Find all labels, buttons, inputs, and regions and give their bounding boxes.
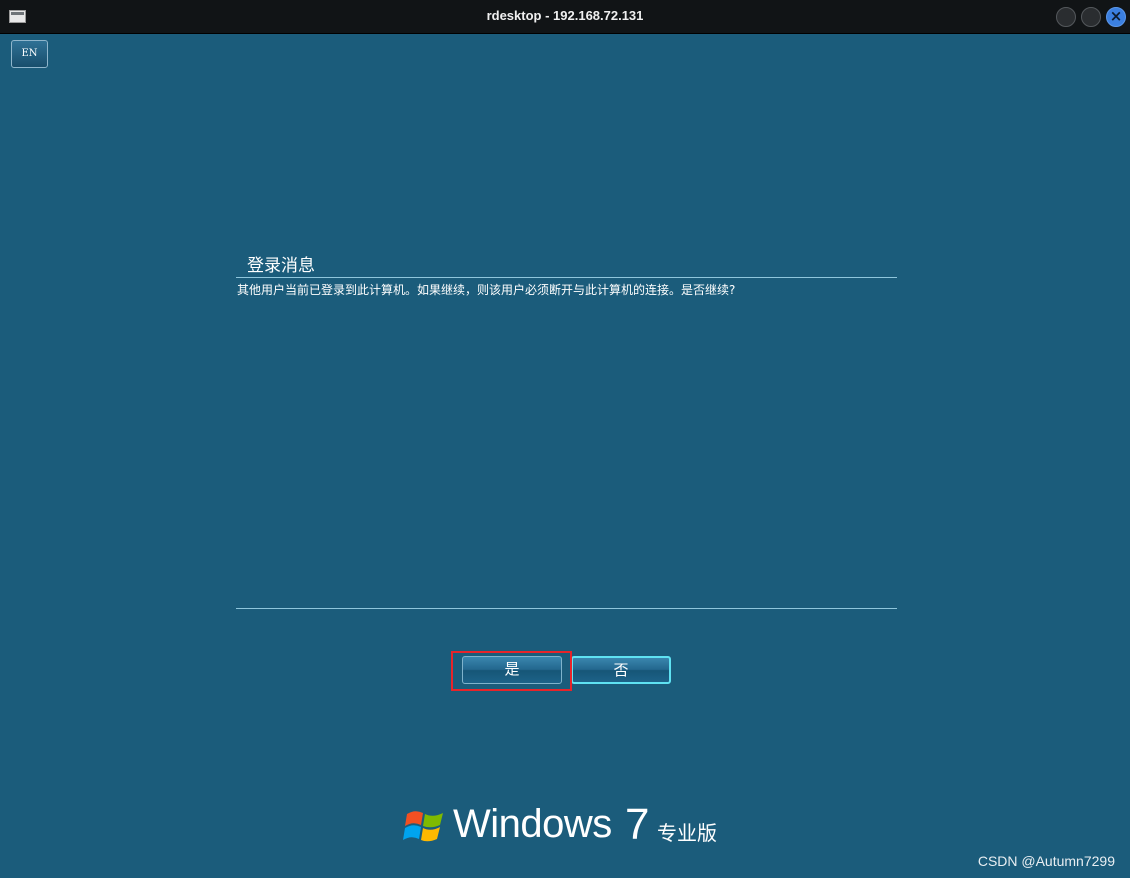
windows-flag-icon <box>403 811 443 842</box>
dialog-title: 登录消息 <box>247 256 315 276</box>
close-icon: × <box>1109 7 1123 25</box>
watermark: CSDN @Autumn7299 <box>977 853 1115 869</box>
no-button[interactable]: 否 <box>571 656 671 684</box>
window-titlebar[interactable]: rdesktop - 192.168.72.131 × <box>0 0 1130 34</box>
windows-wordmark: Windows <box>453 802 612 846</box>
minimize-button[interactable] <box>1056 7 1076 27</box>
maximize-button[interactable] <box>1081 7 1101 27</box>
yes-button-highlight <box>451 651 572 691</box>
windows-version: 7 <box>625 800 650 849</box>
dialog-divider-top <box>236 277 897 278</box>
close-button[interactable]: × <box>1106 7 1126 27</box>
windows-edition: 专业版 <box>657 821 717 845</box>
dialog-divider-bottom <box>236 608 897 609</box>
window-title: rdesktop - 192.168.72.131 <box>486 8 644 23</box>
dialog-message: 其他用户当前已登录到此计算机。如果继续，则该用户必须断开与此计算机的连接。是否继… <box>237 283 736 297</box>
language-indicator-button[interactable]: EN <box>11 40 48 68</box>
